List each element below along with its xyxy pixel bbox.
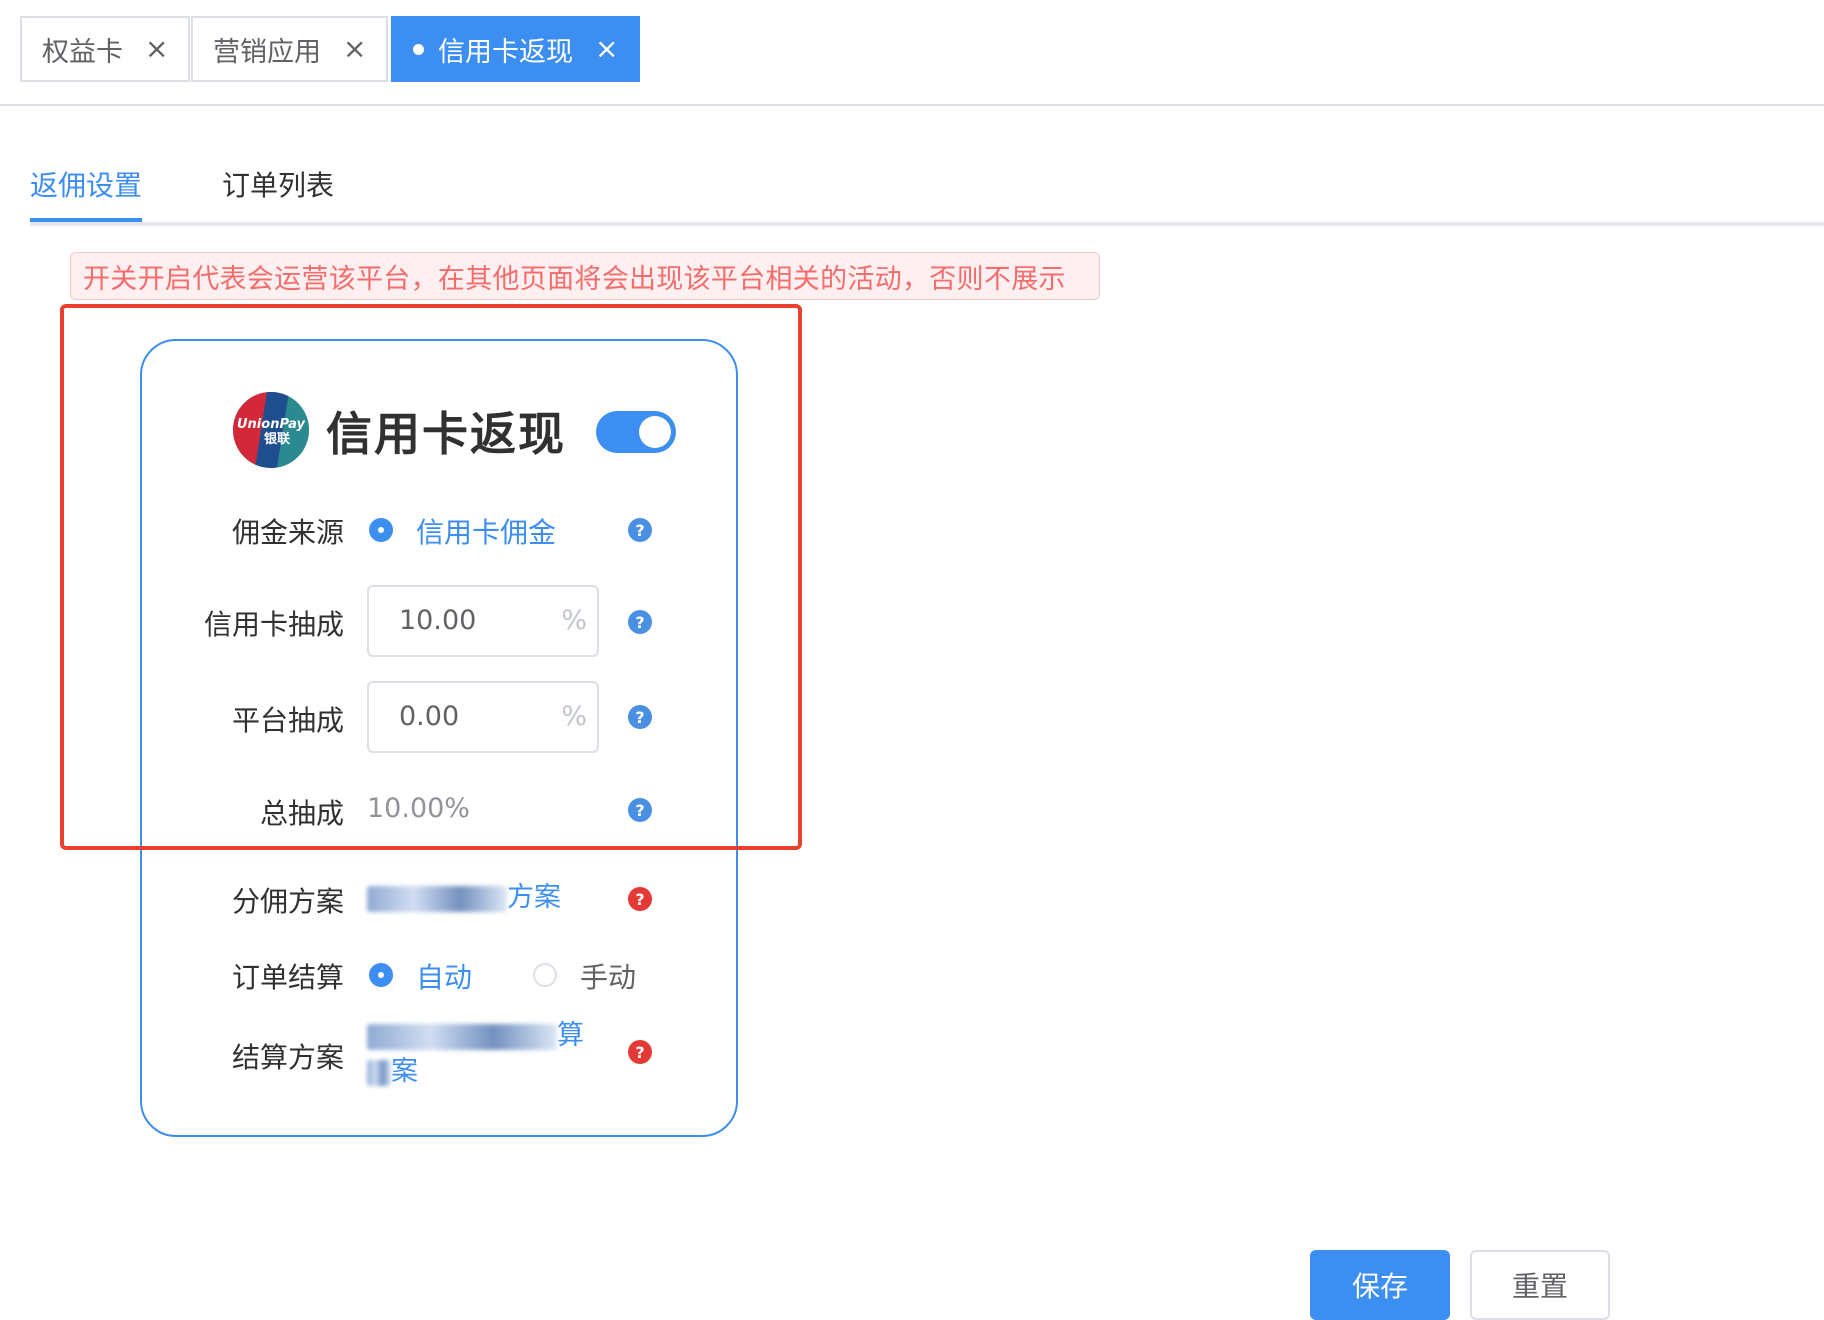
logo-text-cn: 银联: [264, 431, 290, 447]
help-icon[interactable]: ?: [628, 798, 652, 822]
percent-unit: %: [561, 701, 587, 732]
close-icon[interactable]: ×: [595, 35, 618, 63]
platform-enable-switch[interactable]: [596, 411, 676, 453]
card-title: 信用卡返现: [326, 407, 566, 461]
total-commission-value: 10.00%: [367, 793, 470, 824]
tab-commission-settings[interactable]: 返佣设置: [30, 164, 142, 204]
info-alert: 开关开启代表会运营该平台，在其他页面将会出现该平台相关的活动，否则不展示: [70, 252, 1100, 300]
commission-source-radio[interactable]: [369, 518, 393, 542]
split-plan-label: 分佣方案: [231, 885, 344, 918]
switch-knob: [639, 416, 671, 448]
active-dot-icon: [413, 43, 424, 55]
card-commission-label: 信用卡抽成: [203, 608, 344, 641]
card-commission-input[interactable]: 10.00 %: [367, 585, 599, 657]
tag-credit-card-cashback[interactable]: 信用卡返现 ×: [391, 16, 641, 82]
platform-commission-input[interactable]: 0.00 %: [367, 681, 599, 753]
tag-label: 信用卡返现: [438, 36, 573, 68]
help-icon[interactable]: ?: [628, 518, 652, 542]
settlement-plan-label: 结算方案: [231, 1041, 344, 1074]
settlement-label: 订单结算: [231, 961, 344, 994]
help-icon[interactable]: ?: [628, 610, 652, 634]
logo-text: UnionPay: [237, 417, 306, 432]
tag-marketing-app[interactable]: 营销应用 ×: [191, 16, 389, 82]
split-plan-link[interactable]: 方案: [367, 880, 561, 916]
tag-label: 营销应用: [213, 36, 321, 68]
input-value: 10.00: [399, 605, 477, 636]
page-tabs: 返佣设置 订单列表: [30, 150, 1824, 226]
settlement-plan-suffix: 算: [557, 1020, 584, 1051]
help-icon[interactable]: ?: [628, 705, 652, 729]
help-icon[interactable]: ?: [628, 887, 652, 911]
settlement-manual-radio[interactable]: [533, 963, 557, 987]
unionpay-logo-icon: UnionPay 银联: [233, 392, 309, 468]
platform-commission-label: 平台抽成: [231, 704, 344, 737]
commission-source-option[interactable]: 信用卡佣金: [416, 511, 556, 551]
close-icon[interactable]: ×: [145, 35, 168, 63]
alert-text: 开关开启代表会运营该平台，在其他页面将会出现该平台相关的活动，否则不展示: [83, 263, 1066, 295]
settlement-manual-option[interactable]: 手动: [580, 956, 636, 996]
redacted-text: [367, 885, 507, 912]
save-button[interactable]: 保存: [1310, 1250, 1450, 1320]
settlement-auto-radio[interactable]: [369, 963, 393, 987]
help-icon[interactable]: ?: [628, 1040, 652, 1064]
settlement-plan-suffix-2: 案: [391, 1056, 418, 1087]
percent-unit: %: [561, 605, 587, 636]
commission-source-label: 佣金来源: [231, 516, 344, 549]
active-tab-indicator: [30, 218, 142, 222]
tag-label: 权益卡: [42, 36, 123, 68]
settlement-auto-option[interactable]: 自动: [416, 956, 472, 996]
redacted-text: [367, 1023, 557, 1050]
redacted-text: [367, 1059, 391, 1086]
tags-view-bar: 权益卡 × 营销应用 × 信用卡返现 ×: [0, 0, 1824, 106]
close-icon[interactable]: ×: [343, 35, 366, 63]
input-value: 0.00: [399, 701, 460, 732]
tab-order-list[interactable]: 订单列表: [222, 164, 334, 204]
settlement-plan-link[interactable]: 算 案: [367, 1018, 597, 1090]
reset-button[interactable]: 重置: [1470, 1250, 1610, 1320]
split-plan-suffix: 方案: [507, 882, 561, 913]
tag-quanyika[interactable]: 权益卡 ×: [20, 16, 191, 82]
total-commission-label: 总抽成: [259, 797, 344, 830]
